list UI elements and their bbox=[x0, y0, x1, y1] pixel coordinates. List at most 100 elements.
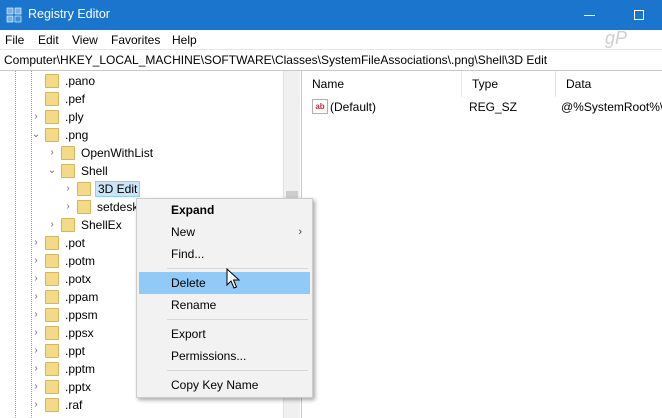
tree-item-label: .potm bbox=[65, 254, 96, 268]
tree-item-label: .pef bbox=[65, 92, 86, 106]
folder-icon bbox=[45, 326, 59, 340]
context-menu: Expand New › Find... Delete Rename Expor… bbox=[136, 198, 313, 398]
tree-item[interactable]: › .raf bbox=[0, 396, 283, 414]
value-type: REG_SZ bbox=[469, 100, 518, 114]
folder-icon bbox=[61, 218, 75, 232]
folder-icon bbox=[45, 272, 59, 286]
tree-item-label: OpenWithList bbox=[81, 146, 154, 160]
tree-item-label: .ppsm bbox=[65, 308, 98, 322]
tree-item-label: ShellEx bbox=[81, 218, 122, 232]
menu-item-expand[interactable]: Expand bbox=[139, 199, 310, 221]
value-data: @%SystemRoot%\ bbox=[561, 100, 662, 114]
maximize-button[interactable] bbox=[617, 0, 662, 30]
expand-icon[interactable] bbox=[30, 72, 42, 90]
menu-view[interactable]: View bbox=[72, 33, 98, 47]
title-bar: Registry Editor bbox=[0, 0, 662, 30]
tree-item-label: .pot bbox=[65, 236, 86, 250]
tree-item[interactable]: › OpenWithList bbox=[0, 144, 283, 162]
expand-icon[interactable]: › bbox=[30, 108, 42, 126]
folder-icon bbox=[61, 146, 75, 160]
tree-item-label: .ppt bbox=[65, 344, 86, 358]
registry-icon bbox=[6, 7, 22, 23]
menu-item-rename[interactable]: Rename bbox=[139, 294, 310, 316]
tree-item-label: .potx bbox=[65, 272, 92, 286]
tree-item[interactable]: .pano bbox=[0, 72, 283, 90]
expand-icon[interactable]: › bbox=[46, 216, 58, 234]
menu-help[interactable]: Help bbox=[172, 33, 197, 47]
expand-icon[interactable]: › bbox=[30, 342, 42, 360]
minimize-button[interactable] bbox=[567, 0, 612, 30]
expand-icon[interactable]: › bbox=[30, 270, 42, 288]
expand-icon[interactable]: › bbox=[30, 360, 42, 378]
menu-bar: File Edit View Favorites Help bbox=[0, 30, 662, 50]
menu-item-export[interactable]: Export bbox=[139, 323, 310, 345]
tree-item-label: Shell bbox=[81, 164, 108, 178]
expand-icon[interactable]: › bbox=[46, 144, 58, 162]
tree-item-label: setdesk bbox=[97, 200, 139, 214]
expand-icon[interactable] bbox=[30, 90, 42, 108]
value-name: (Default) bbox=[330, 100, 377, 114]
menu-item-permissions[interactable]: Permissions... bbox=[139, 345, 310, 367]
folder-icon bbox=[45, 290, 59, 304]
tree-item-label: 3D Edit bbox=[95, 181, 141, 197]
tree-item-label: .raf bbox=[65, 398, 83, 412]
column-header-name[interactable]: Name bbox=[302, 71, 462, 97]
menu-edit[interactable]: Edit bbox=[38, 33, 59, 47]
submenu-arrow-icon: › bbox=[298, 226, 302, 238]
expand-icon[interactable]: › bbox=[30, 378, 42, 396]
minimize-icon bbox=[584, 15, 595, 16]
tree-item-selected[interactable]: › 3D Edit bbox=[0, 180, 283, 198]
menu-item-label: Rename bbox=[171, 298, 217, 312]
menu-item-label: Delete bbox=[171, 276, 206, 290]
menu-item-label: Find... bbox=[171, 247, 205, 261]
expand-icon[interactable]: › bbox=[30, 234, 42, 252]
collapse-icon[interactable]: ⌄ bbox=[30, 126, 42, 144]
folder-icon bbox=[45, 236, 59, 250]
values-list: Name Type Data ab (Default) REG_SZ @%Sys… bbox=[301, 71, 662, 418]
tree-item[interactable]: ⌄ .png bbox=[0, 126, 283, 144]
column-header-data[interactable]: Data bbox=[556, 71, 662, 97]
menu-item-label: Copy Key Name bbox=[171, 378, 259, 392]
address-bar[interactable]: Computer\HKEY_LOCAL_MACHINE\SOFTWARE\Cla… bbox=[0, 50, 662, 71]
menu-separator bbox=[167, 319, 308, 320]
expand-icon[interactable]: › bbox=[30, 396, 42, 414]
tree-item-label: .pano bbox=[65, 74, 96, 88]
expand-icon[interactable]: › bbox=[62, 180, 74, 198]
collapse-icon[interactable]: ⌄ bbox=[46, 162, 58, 180]
column-header-type[interactable]: Type bbox=[462, 71, 556, 97]
mouse-cursor-icon bbox=[226, 268, 240, 289]
folder-icon bbox=[45, 380, 59, 394]
value-row[interactable]: ab (Default) REG_SZ @%SystemRoot%\ bbox=[302, 97, 662, 117]
folder-icon bbox=[45, 110, 59, 124]
menu-separator bbox=[167, 370, 308, 371]
address-path[interactable]: Computer\HKEY_LOCAL_MACHINE\SOFTWARE\Cla… bbox=[4, 53, 547, 67]
folder-icon bbox=[45, 254, 59, 268]
menu-favorites[interactable]: Favorites bbox=[111, 33, 160, 47]
tree-item-label: .png bbox=[65, 128, 89, 142]
menu-item-new[interactable]: New › bbox=[139, 221, 310, 243]
expand-icon[interactable]: › bbox=[30, 288, 42, 306]
menu-item-label: Export bbox=[171, 327, 206, 341]
menu-item-find[interactable]: Find... bbox=[139, 243, 310, 265]
menu-item-label: Expand bbox=[171, 203, 215, 217]
menu-item-delete[interactable]: Delete bbox=[139, 272, 310, 294]
tree-item[interactable]: › .ply bbox=[0, 108, 283, 126]
folder-icon bbox=[45, 308, 59, 322]
menu-file[interactable]: File bbox=[5, 33, 24, 47]
watermark-logo: gP bbox=[605, 28, 628, 48]
folder-icon bbox=[45, 344, 59, 358]
menu-item-copy-key-name[interactable]: Copy Key Name bbox=[139, 374, 310, 396]
maximize-icon bbox=[634, 10, 644, 20]
string-value-icon: ab bbox=[312, 99, 328, 114]
menu-item-label: New bbox=[171, 225, 196, 239]
folder-icon bbox=[45, 362, 59, 376]
folder-icon bbox=[45, 74, 59, 88]
expand-icon[interactable]: › bbox=[30, 324, 42, 342]
menu-item-label: Permissions... bbox=[171, 349, 247, 363]
tree-item[interactable]: .pef bbox=[0, 90, 283, 108]
window-title: Registry Editor bbox=[28, 7, 110, 21]
expand-icon[interactable]: › bbox=[62, 198, 74, 216]
tree-item[interactable]: ⌄ Shell bbox=[0, 162, 283, 180]
expand-icon[interactable]: › bbox=[30, 252, 42, 270]
expand-icon[interactable]: › bbox=[30, 306, 42, 324]
